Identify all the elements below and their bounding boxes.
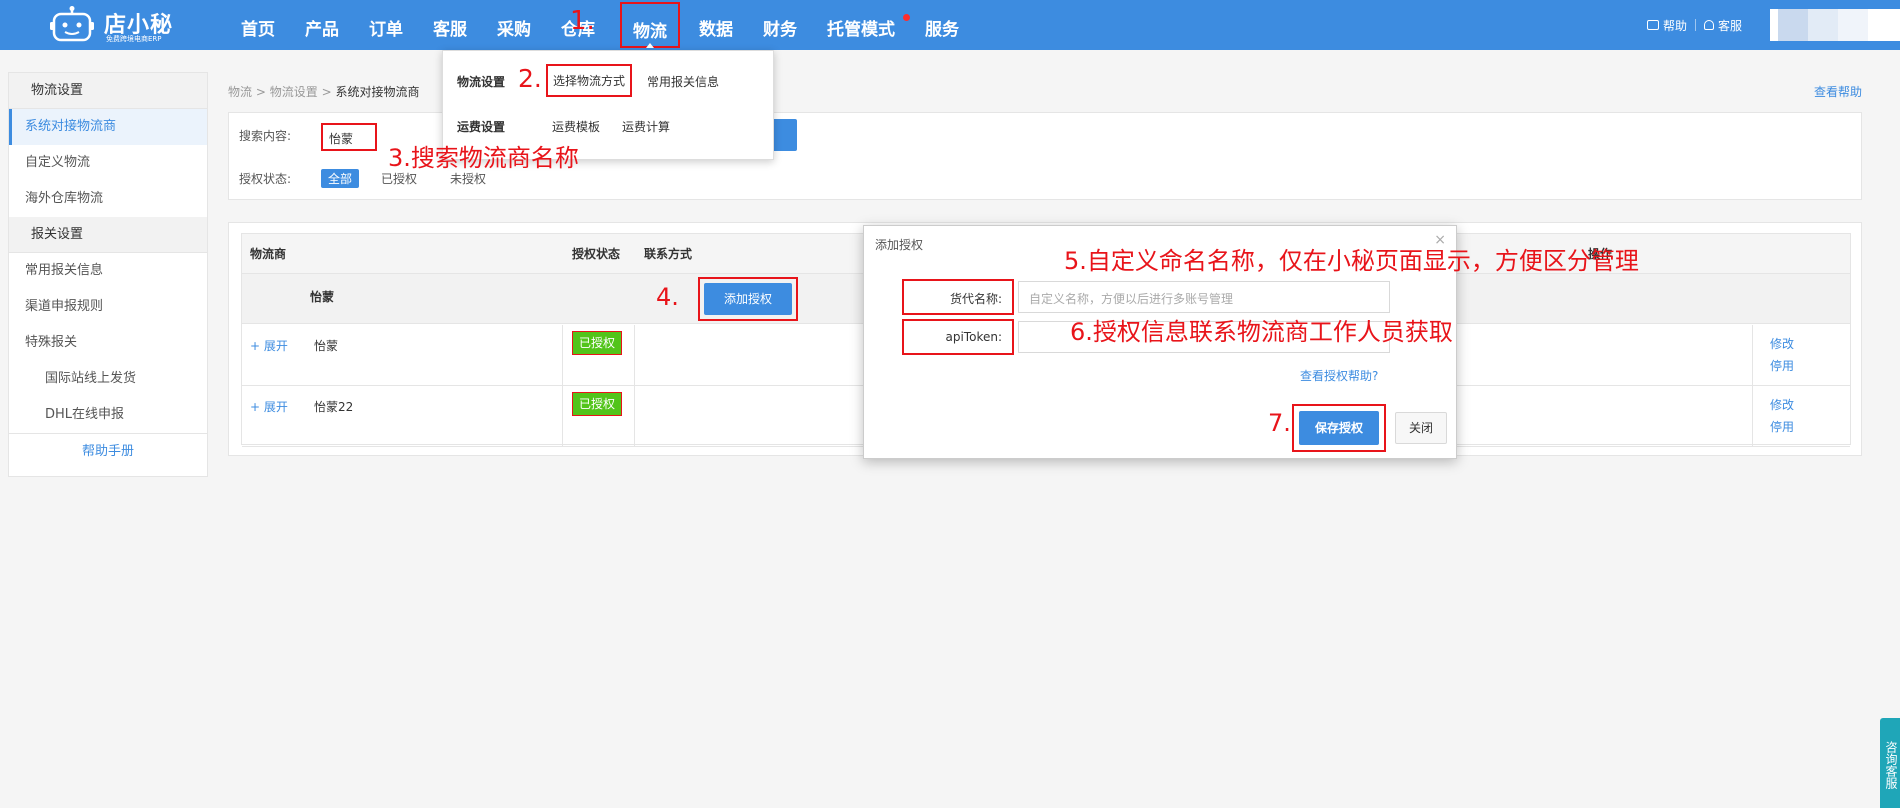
nav-item-orders[interactable]: 订单 (358, 0, 414, 50)
step-2-annotation: 2. (518, 64, 542, 93)
divider (562, 325, 563, 385)
filter-all[interactable]: 全部 (321, 169, 360, 188)
step-4-annotation: 4. (656, 283, 679, 311)
floating-service-button[interactable]: 咨询客服 (1880, 718, 1900, 808)
freight-template-link[interactable]: 运费模板 (552, 118, 600, 135)
breadcrumb-settings[interactable]: 物流设置 (270, 85, 318, 99)
logo-subtitle: 免费跨境电商ERP (106, 35, 162, 43)
forwarder-label-highlight: 货代名称: (902, 279, 1014, 315)
disable-link[interactable]: 停用 (1770, 357, 1794, 374)
sidebar: 物流设置 系统对接物流商 自定义物流 海外仓库物流 报关设置 常用报关信息 渠道… (8, 72, 208, 477)
step-7-annotation: 7. (1268, 409, 1291, 437)
search-input[interactable]: 怡蒙 (321, 123, 377, 151)
sidebar-item-custom-logistics[interactable]: 自定义物流 (9, 145, 207, 181)
username-redacted (1838, 9, 1868, 41)
common-customs-link[interactable]: 常用报关信息 (647, 73, 719, 90)
edit-link[interactable]: 修改 (1770, 396, 1794, 413)
nav-hosting-label: 托管模式 (827, 20, 895, 40)
breadcrumb-sep: > (255, 85, 266, 99)
divider (634, 325, 635, 385)
step-3-annotation: 3.搜索物流商名称 (388, 144, 579, 172)
expand-toggle[interactable]: + 展开 (250, 337, 288, 354)
sidebar-item-special-customs[interactable]: 特殊报关 (9, 325, 207, 361)
add-auth-highlight: 添加授权 (698, 277, 798, 321)
sidebar-group-customs: 报关设置 (9, 217, 207, 253)
view-help-link[interactable]: 查看帮助 (1814, 83, 1862, 100)
col-carrier: 物流商 (250, 247, 287, 261)
top-right-tools: 帮助 客服 (1639, 0, 1900, 50)
book-icon (1646, 20, 1659, 30)
avatar (1778, 9, 1808, 41)
carrier-name: 怡蒙 (314, 339, 339, 353)
breadcrumb-logistics[interactable]: 物流 (228, 85, 252, 99)
sidebar-item-channel-rules[interactable]: 渠道申报规则 (9, 289, 207, 325)
help-link[interactable]: 帮助 (1639, 17, 1695, 34)
divider (1752, 325, 1753, 385)
freight-calc-link[interactable]: 运费计算 (622, 118, 670, 135)
breadcrumb: 物流 > 物流设置 > 系统对接物流商 (228, 83, 419, 100)
sidebar-item-common-customs[interactable]: 常用报关信息 (9, 253, 207, 289)
nav-item-customer-service[interactable]: 客服 (422, 0, 478, 50)
step-5-annotation: 5.自定义命名名称，仅在小秘页面显示，方便区分管理 (1064, 247, 1639, 275)
expand-toggle[interactable]: + 展开 (250, 398, 288, 415)
nav-item-service[interactable]: 服务 (914, 0, 970, 50)
sidebar-group-logistics: 物流设置 (9, 73, 207, 109)
nav-item-finance[interactable]: 财务 (752, 0, 808, 50)
add-auth-button[interactable]: 添加授权 (704, 283, 792, 315)
robot-logo-icon (50, 6, 94, 42)
service-link[interactable]: 客服 (1696, 17, 1750, 34)
carrier-name: 怡蒙22 (314, 400, 354, 414)
save-auth-button[interactable]: 保存授权 (1299, 411, 1379, 445)
step-6-annotation: 6.授权信息联系物流商工作人员获取 (1070, 318, 1453, 346)
nav-item-hosting[interactable]: 托管模式 (816, 0, 910, 50)
dialog-title: 添加授权 (875, 238, 924, 252)
breadcrumb-sep: > (321, 85, 332, 99)
sidebar-item-intl-shipping[interactable]: 国际站线上发货 (9, 361, 207, 397)
nav-item-products[interactable]: 产品 (294, 0, 350, 50)
status-badge: 已授权 (572, 331, 622, 355)
status-badge: 已授权 (572, 392, 622, 416)
carrier-group-name: 怡蒙 (310, 290, 335, 304)
logo[interactable]: 店小秘 免费跨境电商ERP (50, 4, 180, 46)
dropdown-title-freight: 运费设置 (457, 120, 506, 134)
help-manual-link[interactable]: 帮助手册 (9, 433, 207, 469)
dropdown-row-logistics: 物流设置 选择物流方式 常用报关信息 (443, 59, 773, 99)
nav-item-data[interactable]: 数据 (688, 0, 744, 50)
help-label: 帮助 (1662, 18, 1687, 33)
sidebar-item-dhl-declare[interactable]: DHL在线申报 (9, 397, 207, 433)
dropdown-title-logistics: 物流设置 (457, 75, 506, 89)
headset-icon (1703, 20, 1714, 30)
nav-item-purchase[interactable]: 采购 (486, 0, 542, 50)
username-redacted (1808, 9, 1838, 41)
main-nav: 首页 产品 订单 客服 采购 仓库 物流 数据 财务 托管模式 服务 (230, 0, 978, 50)
divider (1752, 386, 1753, 446)
api-token-label: apiToken: (945, 330, 1003, 344)
status-filter-label: 授权状态: (239, 172, 292, 186)
sidebar-item-system-carriers[interactable]: 系统对接物流商 (9, 109, 207, 145)
divider (562, 386, 563, 446)
auth-help-link[interactable]: 查看授权帮助? (1300, 367, 1378, 384)
sidebar-item-overseas-warehouse[interactable]: 海外仓库物流 (9, 181, 207, 217)
step-1-annotation: 1. (570, 6, 595, 36)
top-navbar: 店小秘 免费跨境电商ERP 首页 产品 订单 客服 采购 仓库 物流 数据 财务… (0, 0, 1900, 50)
close-dialog-button[interactable]: 关闭 (1395, 412, 1447, 444)
disable-link[interactable]: 停用 (1770, 418, 1794, 435)
api-token-label-highlight: apiToken: (902, 319, 1014, 355)
notification-dot (903, 14, 910, 21)
nav-item-logistics[interactable]: 物流 (620, 2, 680, 48)
edit-link[interactable]: 修改 (1770, 335, 1794, 352)
col-status: 授权状态 (572, 247, 621, 261)
divider (634, 386, 635, 446)
forwarder-name-input[interactable]: 自定义名称，方便以后进行多账号管理 (1018, 281, 1390, 313)
save-highlight: 保存授权 (1292, 404, 1386, 452)
col-contact: 联系方式 (644, 247, 693, 261)
service-label: 客服 (1717, 18, 1742, 33)
user-account-menu[interactable] (1770, 9, 1900, 41)
search-label: 搜索内容: (239, 129, 292, 143)
breadcrumb-current: 系统对接物流商 (335, 85, 420, 99)
forwarder-name-label: 货代名称: (949, 292, 1002, 306)
select-shipping-method-link[interactable]: 选择物流方式 (546, 64, 633, 97)
nav-item-home[interactable]: 首页 (230, 0, 286, 50)
